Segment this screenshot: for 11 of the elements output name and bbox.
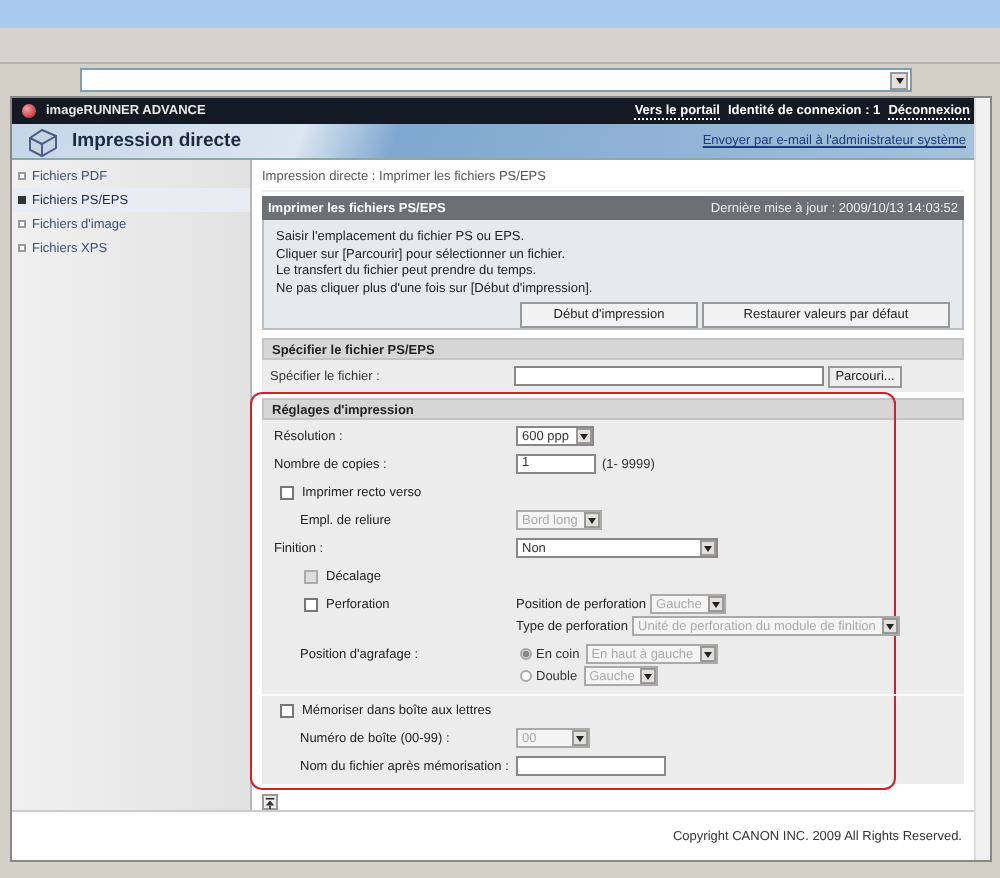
file-name-field[interactable]: [516, 756, 666, 776]
caret-icon[interactable]: [890, 71, 908, 89]
scrollbar[interactable]: [974, 98, 990, 860]
file-field[interactable]: [514, 366, 824, 386]
page-title: Impression directe: [72, 130, 241, 152]
logo-icon: [22, 104, 36, 118]
checkbox[interactable]: [280, 703, 294, 717]
page-top-icon[interactable]: [262, 794, 278, 810]
address-field[interactable]: [80, 68, 912, 92]
checkbox[interactable]: [280, 485, 294, 499]
checkbox[interactable]: [304, 597, 318, 611]
